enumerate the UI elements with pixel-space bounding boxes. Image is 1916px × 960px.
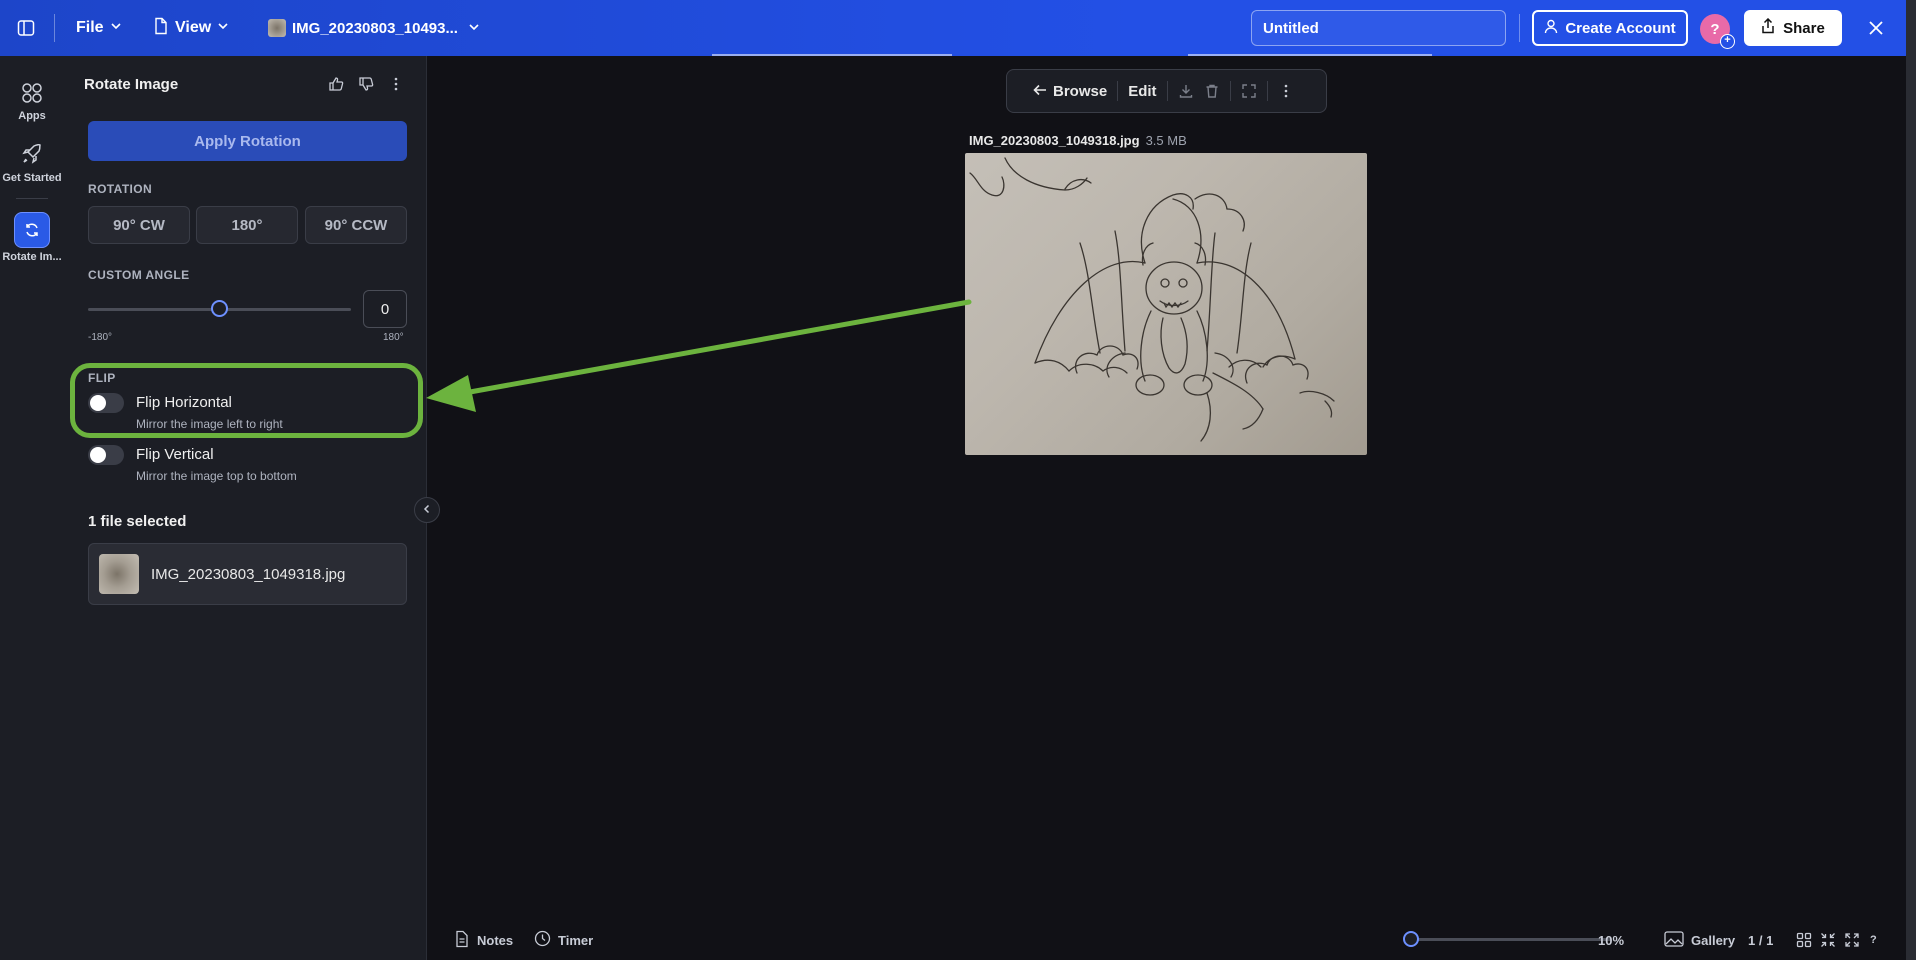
window-edge: [1906, 0, 1916, 960]
page-indicator: 1 / 1: [1748, 933, 1773, 948]
note-icon: [454, 930, 470, 951]
annotation-arrow: [426, 299, 972, 412]
clock-icon: [534, 930, 551, 950]
grid-view-icon[interactable]: [1796, 932, 1812, 948]
gallery-button[interactable]: Gallery: [1664, 930, 1736, 950]
help-label: ?: [1870, 934, 1877, 946]
notes-button[interactable]: Notes: [454, 930, 513, 951]
timer-button[interactable]: Timer: [534, 930, 593, 950]
zoom-slider-track[interactable]: [1411, 938, 1611, 941]
fit-to-screen-icon[interactable]: [1820, 932, 1836, 948]
expand-icon[interactable]: [1844, 932, 1860, 948]
image-icon: [1664, 930, 1684, 950]
gallery-label: Gallery: [1691, 932, 1736, 948]
page-indicator-label: 1 / 1: [1748, 932, 1774, 948]
bottom-bar: Notes Timer 10% Gallery 1 / 1 ?: [428, 920, 1906, 960]
timer-label: Timer: [558, 932, 594, 948]
help-button[interactable]: ?: [1870, 934, 1877, 946]
zoom-value: 10%: [1598, 933, 1624, 948]
zoom-slider-thumb[interactable]: [1403, 931, 1419, 947]
zoom-value-label: 10%: [1598, 932, 1625, 948]
notes-label: Notes: [477, 932, 514, 948]
